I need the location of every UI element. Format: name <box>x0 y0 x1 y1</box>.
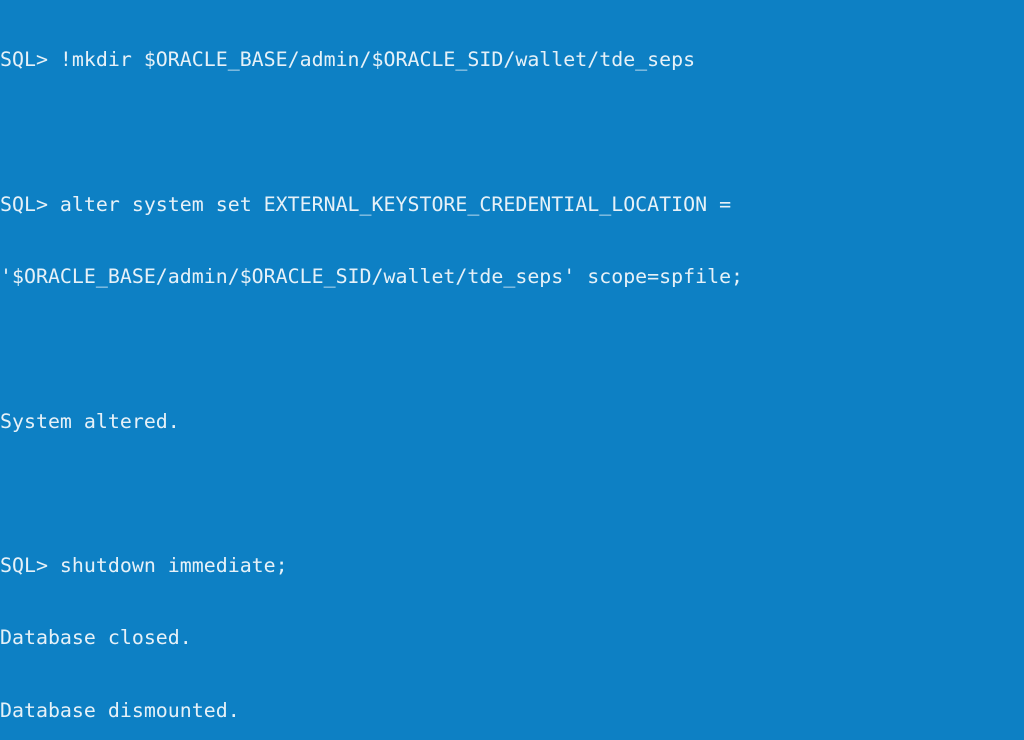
terminal-line: Database dismounted. <box>0 698 240 722</box>
terminal-line: SQL> !mkdir $ORACLE_BASE/admin/$ORACLE_S… <box>0 48 696 72</box>
terminal-line: SQL> alter system set EXTERNAL_KEYSTORE_… <box>0 192 732 216</box>
terminal-window[interactable]: SQL> !mkdir $ORACLE_BASE/admin/$ORACLE_S… <box>0 0 1024 740</box>
terminal-line: '$ORACLE_BASE/admin/$ORACLE_SID/wallet/t… <box>0 265 744 289</box>
terminal-line: System altered. <box>0 409 180 433</box>
terminal-output[interactable]: SQL> !mkdir $ORACLE_BASE/admin/$ORACLE_S… <box>0 0 1024 740</box>
terminal-line: Database closed. <box>0 626 192 650</box>
terminal-line: SQL> shutdown immediate; <box>0 554 288 578</box>
